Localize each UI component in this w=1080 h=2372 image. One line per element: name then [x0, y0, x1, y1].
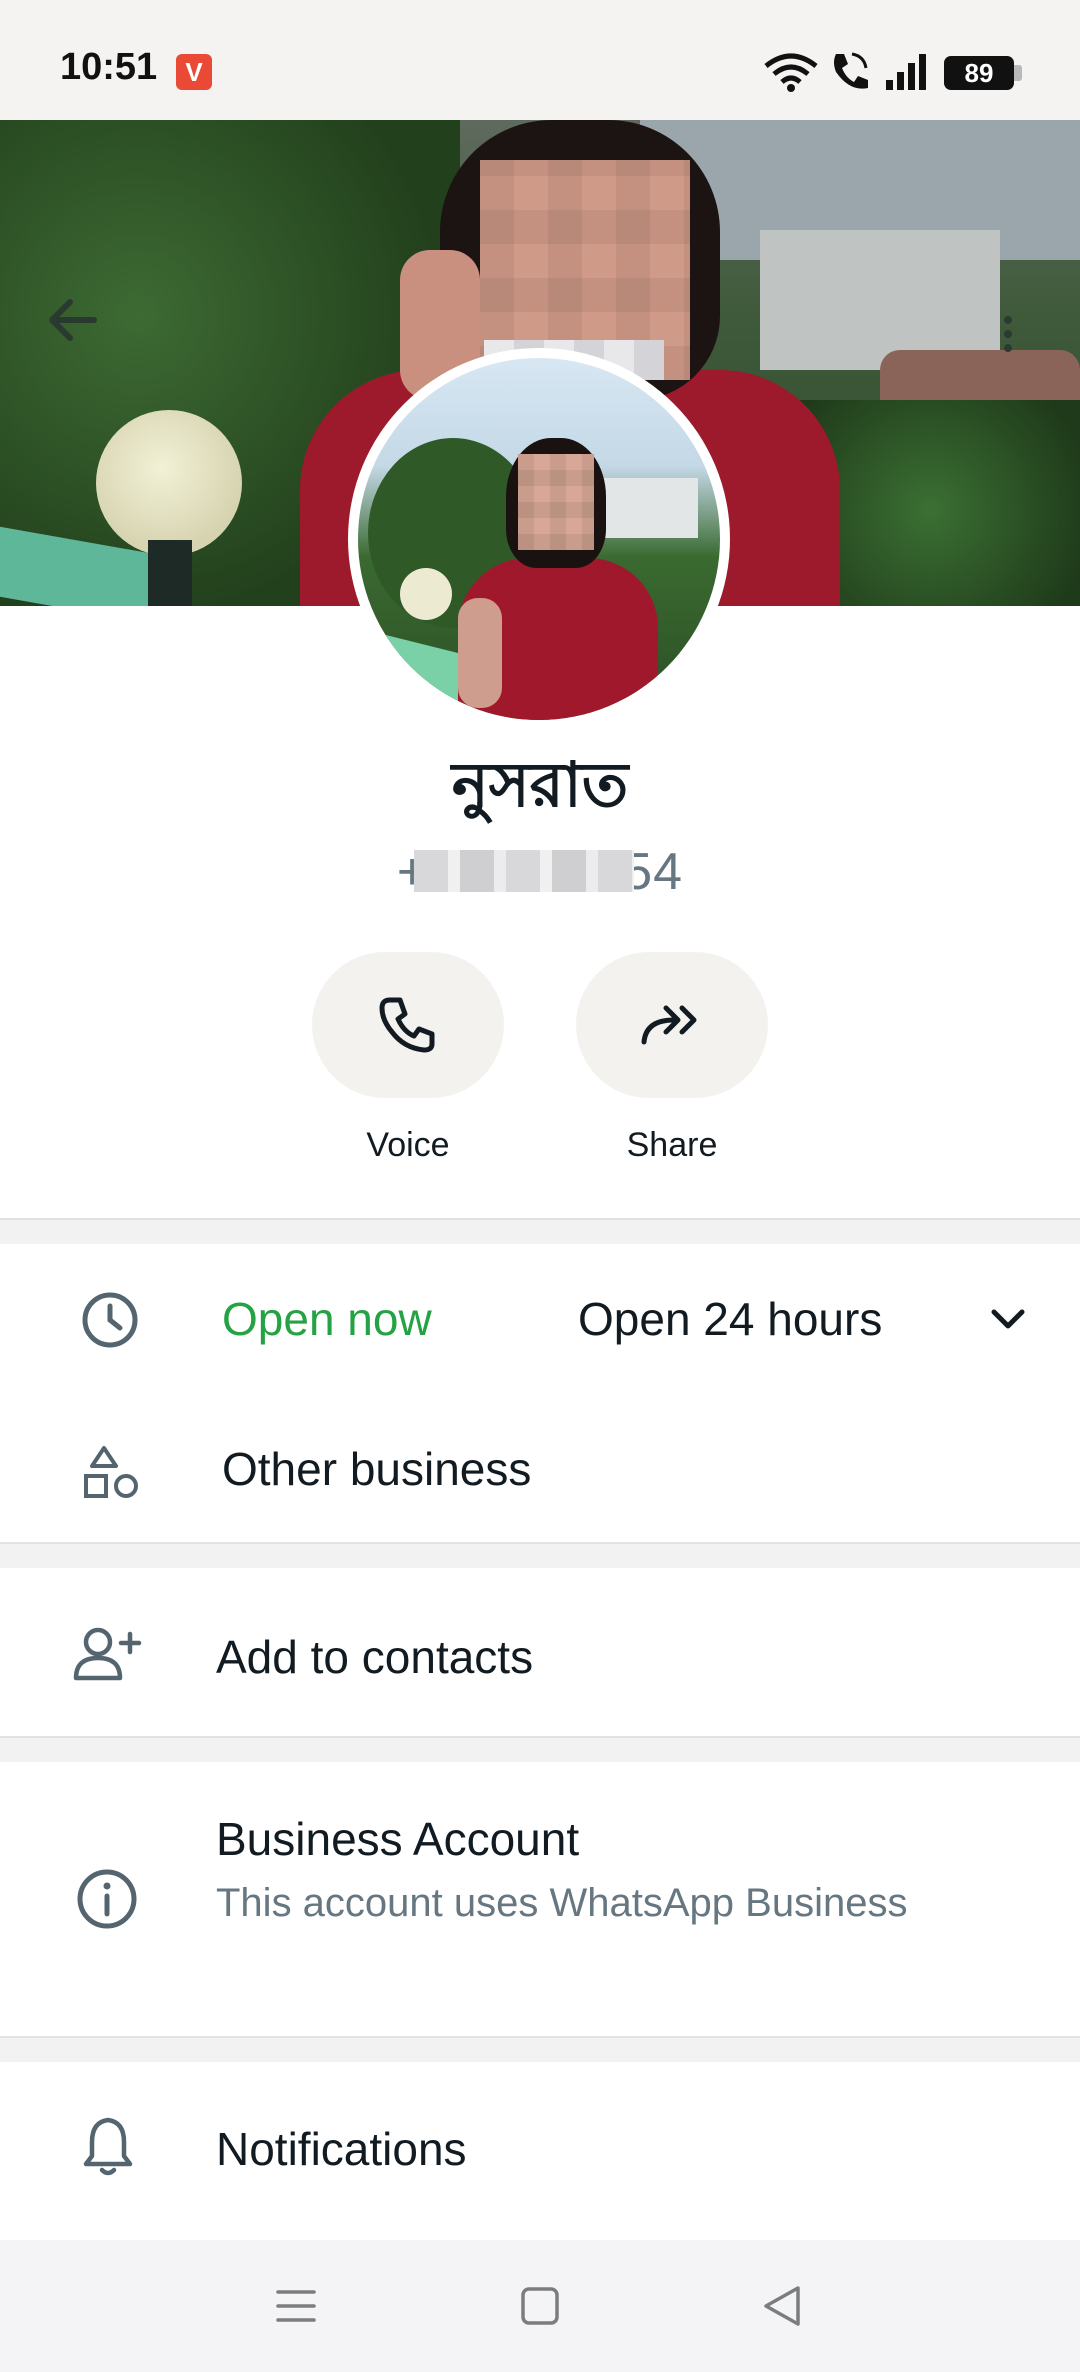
section-divider: [0, 1218, 1080, 1244]
business-hours-row[interactable]: Open now Open 24 hours: [0, 1244, 1080, 1392]
business-account-title: Business Account: [216, 1813, 580, 1865]
clock-icon: [82, 1292, 138, 1348]
contact-name: নুসরাত: [451, 748, 629, 821]
share-label: Share: [626, 1126, 718, 1164]
add-to-contacts-label: Add to contacts: [216, 1631, 534, 1683]
business-category: Other business: [222, 1443, 532, 1495]
profile-avatar[interactable]: [348, 348, 730, 730]
more-options-icon[interactable]: [1000, 314, 1016, 354]
share-forward-icon: [641, 1005, 697, 1045]
notifications-label: Notifications: [216, 2123, 467, 2175]
system-nav-bar: [0, 2240, 1080, 2372]
business-category-row: Other business: [0, 1392, 1080, 1540]
menu-icon[interactable]: [274, 2284, 318, 2328]
add-to-contacts-row[interactable]: Add to contacts: [0, 1568, 1080, 1738]
battery-tip: [1014, 65, 1022, 81]
phone-icon: [379, 997, 435, 1053]
category-shapes-icon: [84, 1446, 138, 1498]
phone-redaction: [414, 850, 634, 892]
section-divider: [0, 1736, 1080, 1762]
add-contact-icon: [73, 1627, 142, 1681]
home-icon[interactable]: [518, 2284, 562, 2328]
section-divider: [0, 2036, 1080, 2062]
business-account-row[interactable]: Business Account This account uses Whats…: [0, 1762, 1080, 2038]
wifi-icon: [764, 53, 818, 92]
info-icon: [77, 1869, 137, 1929]
signal-icon: [886, 54, 926, 90]
voice-label: Voice: [366, 1126, 450, 1164]
bell-icon: [83, 2117, 133, 2176]
back-arrow-icon[interactable]: [44, 292, 100, 348]
battery-icon: 89: [944, 56, 1014, 90]
chevron-down-icon[interactable]: [988, 1300, 1028, 1340]
app-notification-icon: V: [176, 54, 212, 90]
voice-call-button[interactable]: [312, 952, 504, 1098]
open-status: Open now: [222, 1293, 432, 1345]
wifi-call-icon: [834, 52, 868, 89]
business-account-subtitle: This account uses WhatsApp Business: [216, 1881, 908, 1925]
notifications-row[interactable]: Notifications: [0, 2062, 1080, 2240]
status-bar: 10:51 V 89: [0, 0, 1080, 120]
status-time: 10:51: [60, 46, 158, 88]
contact-info-screen: 10:51 V 89 নুসরাত Voice Share Open now O…: [0, 0, 1080, 2372]
back-nav-icon[interactable]: [760, 2284, 804, 2328]
section-divider: [0, 1542, 1080, 1568]
hours-detail: Open 24 hours: [578, 1293, 883, 1345]
share-button[interactable]: [576, 952, 768, 1098]
